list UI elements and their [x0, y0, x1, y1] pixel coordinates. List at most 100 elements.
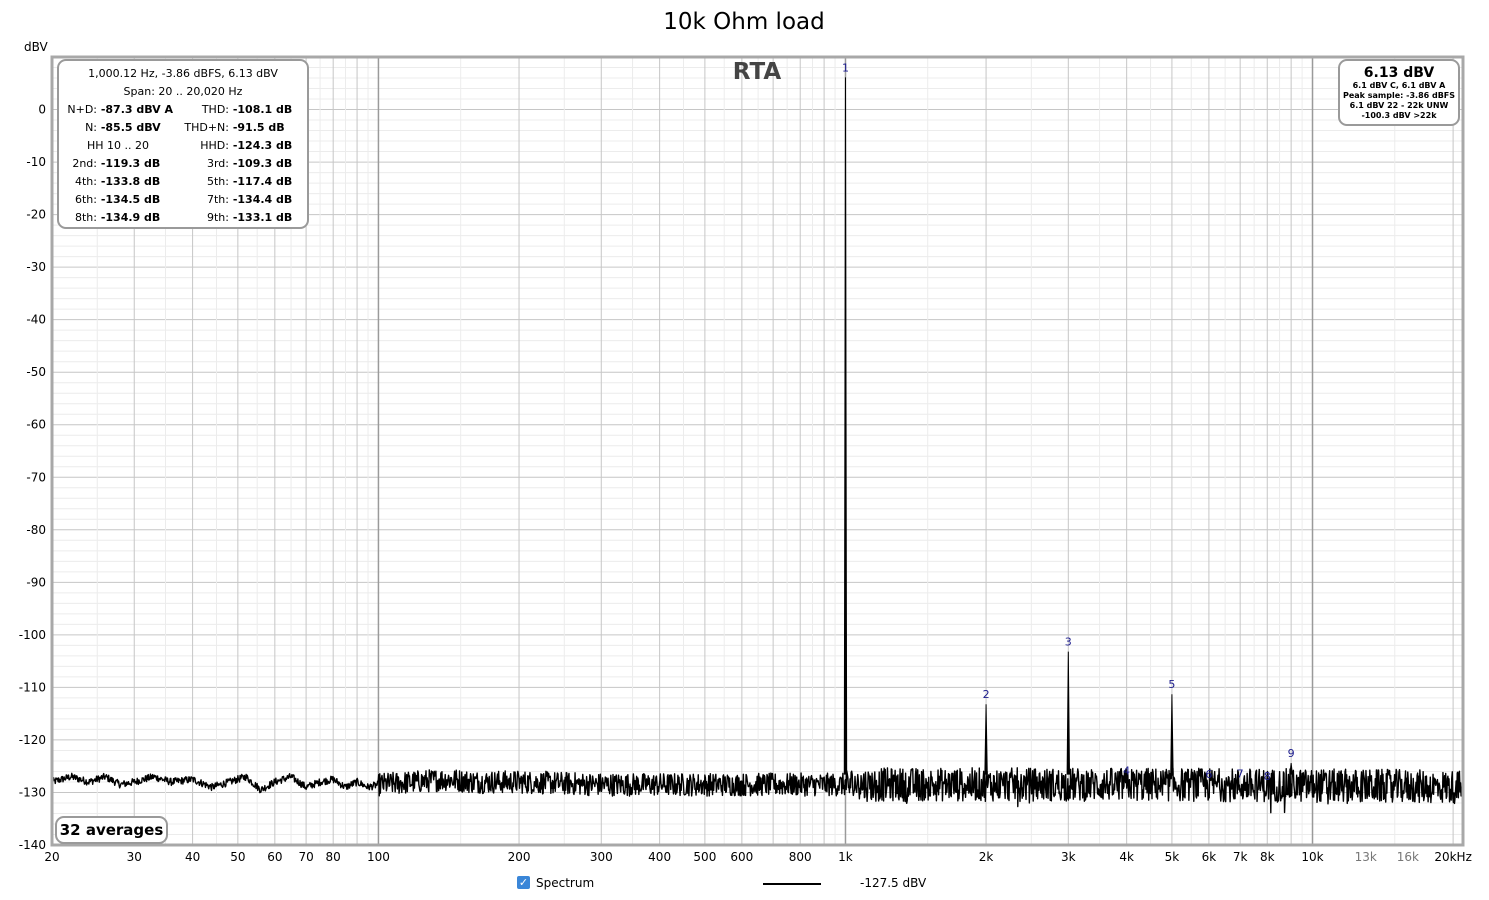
stats-cell: 3rd: -109.3 dB — [161, 157, 292, 170]
stats-header: 1,000.12 Hz, -3.86 dBFS, 6.13 dBV — [88, 67, 278, 80]
stats-value: -109.3 dB — [229, 157, 293, 170]
level-line: -100.3 dBV >22k — [1361, 111, 1437, 120]
y-tick-label: 0 — [38, 103, 46, 117]
x-tick-label: 100 — [367, 850, 390, 864]
legend-line-swatch — [763, 883, 821, 885]
y-axis-label: dBV — [24, 40, 48, 54]
x-tick-label: 70 — [298, 850, 313, 864]
stats-label: HHD: — [200, 139, 229, 152]
x-tick-label: 600 — [730, 850, 753, 864]
stats-label: HH 10 .. 20 — [87, 139, 150, 152]
spectrum-noise-trace — [51, 767, 1464, 814]
measurement-stats-panel: 1,000.12 Hz, -3.86 dBFS, 6.13 dBV Span: … — [57, 59, 309, 229]
legend-series-name[interactable]: Spectrum — [536, 876, 594, 890]
stats-label: 7th: — [207, 193, 229, 206]
stats-value: -124.3 dB — [229, 139, 293, 152]
level-line: 6.1 dBV 22 - 22k UNW — [1349, 101, 1449, 110]
averages-badge[interactable]: 32 averages — [55, 816, 168, 844]
level-readout-panel: 6.13 dBV 6.1 dBV C, 6.1 dBV A Peak sampl… — [1338, 59, 1460, 126]
legend: ✓ Spectrum -127.5 dBV — [517, 875, 947, 893]
y-tick-label: -140 — [19, 838, 46, 852]
stats-label: 6th: — [75, 193, 97, 206]
harmonic-label: 9 — [1288, 747, 1295, 760]
x-tick-label: 2k — [979, 850, 994, 864]
x-tick-label: 300 — [590, 850, 613, 864]
stats-value: -119.3 dB — [97, 157, 161, 170]
stats-label: 5th: — [207, 175, 229, 188]
y-tick-label: -90 — [26, 575, 46, 589]
stats-label: 3rd: — [206, 157, 229, 170]
harmonic-label: 8 — [1264, 770, 1271, 783]
y-tick-label: -80 — [26, 523, 46, 537]
stats-cell: N: -85.5 dBV — [59, 121, 161, 134]
stats-label: 9th: — [207, 211, 229, 224]
x-tick-label: 400 — [648, 850, 671, 864]
y-tick-label: -130 — [19, 785, 46, 799]
stats-label: THD: — [201, 103, 229, 116]
stats-value: -91.5 dB — [229, 121, 285, 134]
harmonic-label: 2 — [983, 688, 990, 701]
x-tick-label: 50 — [230, 850, 245, 864]
y-tick-label: -60 — [26, 418, 46, 432]
harmonic-label: 7 — [1237, 768, 1244, 781]
stats-label: 2nd: — [72, 157, 97, 170]
x-tick-label: 1k — [838, 850, 853, 864]
rta-label: RTA — [733, 59, 782, 85]
stats-cell: 2nd: -119.3 dB — [59, 157, 160, 170]
y-tick-label: -110 — [19, 680, 46, 694]
harmonic-label: 5 — [1168, 678, 1175, 691]
x-tick-label: 8k — [1260, 850, 1275, 864]
x-tick-label: 40 — [185, 850, 200, 864]
stats-label: 4th: — [75, 175, 97, 188]
y-axis-ticks: 0 -10 -20 -30 -40 -50 -60 -70 -80 -90 -100 -110 -120… — [19, 103, 46, 852]
x-tick-label: 5k — [1165, 850, 1180, 864]
x-tick-label: 200 — [508, 850, 531, 864]
stats-label: N: — [85, 121, 97, 134]
harmonic-label: 3 — [1065, 636, 1072, 649]
y-tick-label: -120 — [19, 733, 46, 747]
level-line: Peak sample: -3.86 dBFS — [1342, 91, 1456, 100]
spectrum-checkbox[interactable]: ✓ — [517, 876, 530, 889]
harmonic-peak — [1289, 762, 1293, 775]
x-tick-label: 60 — [267, 850, 282, 864]
stats-span: Span: 20 .. 20,020 Hz — [123, 85, 243, 98]
x-tick-label: 500 — [693, 850, 716, 864]
stats-cell: HH 10 .. 20 — [87, 139, 149, 152]
x-axis-ticks: 20 30 40 50 60 70 80 100 200 300 400 500 600 800 1k 2k 3… — [44, 850, 1472, 864]
stats-value: -85.5 dBV — [97, 121, 161, 134]
stats-label: THD+N: — [184, 121, 229, 134]
x-tick-label: 7k — [1233, 850, 1248, 864]
stats-cell: 5th: -117.4 dB — [161, 175, 292, 188]
harmonic-peak — [843, 77, 848, 775]
stats-value: -133.1 dB — [229, 211, 293, 224]
harmonic-peak — [1170, 694, 1174, 775]
chart-title: 10k Ohm load — [663, 9, 824, 35]
x-tick-label: 10k — [1301, 850, 1323, 864]
x-tick-label: 6k — [1202, 850, 1217, 864]
stats-value: -134.4 dB — [229, 193, 293, 206]
harmonic-peak — [984, 704, 988, 775]
stats-value: -134.5 dB — [97, 193, 161, 206]
y-tick-label: -100 — [19, 628, 46, 642]
harmonic-label: 4 — [1123, 764, 1130, 777]
harmonic-label: 6 — [1205, 768, 1212, 781]
y-tick-label: -70 — [26, 470, 46, 484]
legend-series-value: -127.5 dBV — [860, 876, 927, 890]
y-tick-label: -40 — [26, 313, 46, 327]
x-tick-label: 80 — [326, 850, 341, 864]
harmonic-peak — [1066, 651, 1071, 775]
stats-value: -108.1 dB — [229, 103, 293, 116]
x-tick-label: 13k — [1355, 850, 1377, 864]
stats-cell: THD+N: -91.5 dB — [161, 121, 285, 134]
x-tick-label: 20kHz — [1434, 850, 1472, 864]
x-tick-label: 4k — [1119, 850, 1134, 864]
stats-cell: N+D: -87.3 dBV A — [59, 103, 173, 116]
stats-cell: 4th: -133.8 dB — [59, 175, 160, 188]
stats-cell: 7th: -134.4 dB — [161, 193, 292, 206]
level-line: 6.1 dBV C, 6.1 dBV A — [1352, 81, 1446, 90]
stats-cell: 9th: -133.1 dB — [161, 211, 292, 224]
stats-value: -134.9 dB — [97, 211, 161, 224]
stats-cell: HHD: -124.3 dB — [161, 139, 292, 152]
stats-cell: THD: -108.1 dB — [161, 103, 292, 116]
stats-cell: 8th: -134.9 dB — [59, 211, 160, 224]
